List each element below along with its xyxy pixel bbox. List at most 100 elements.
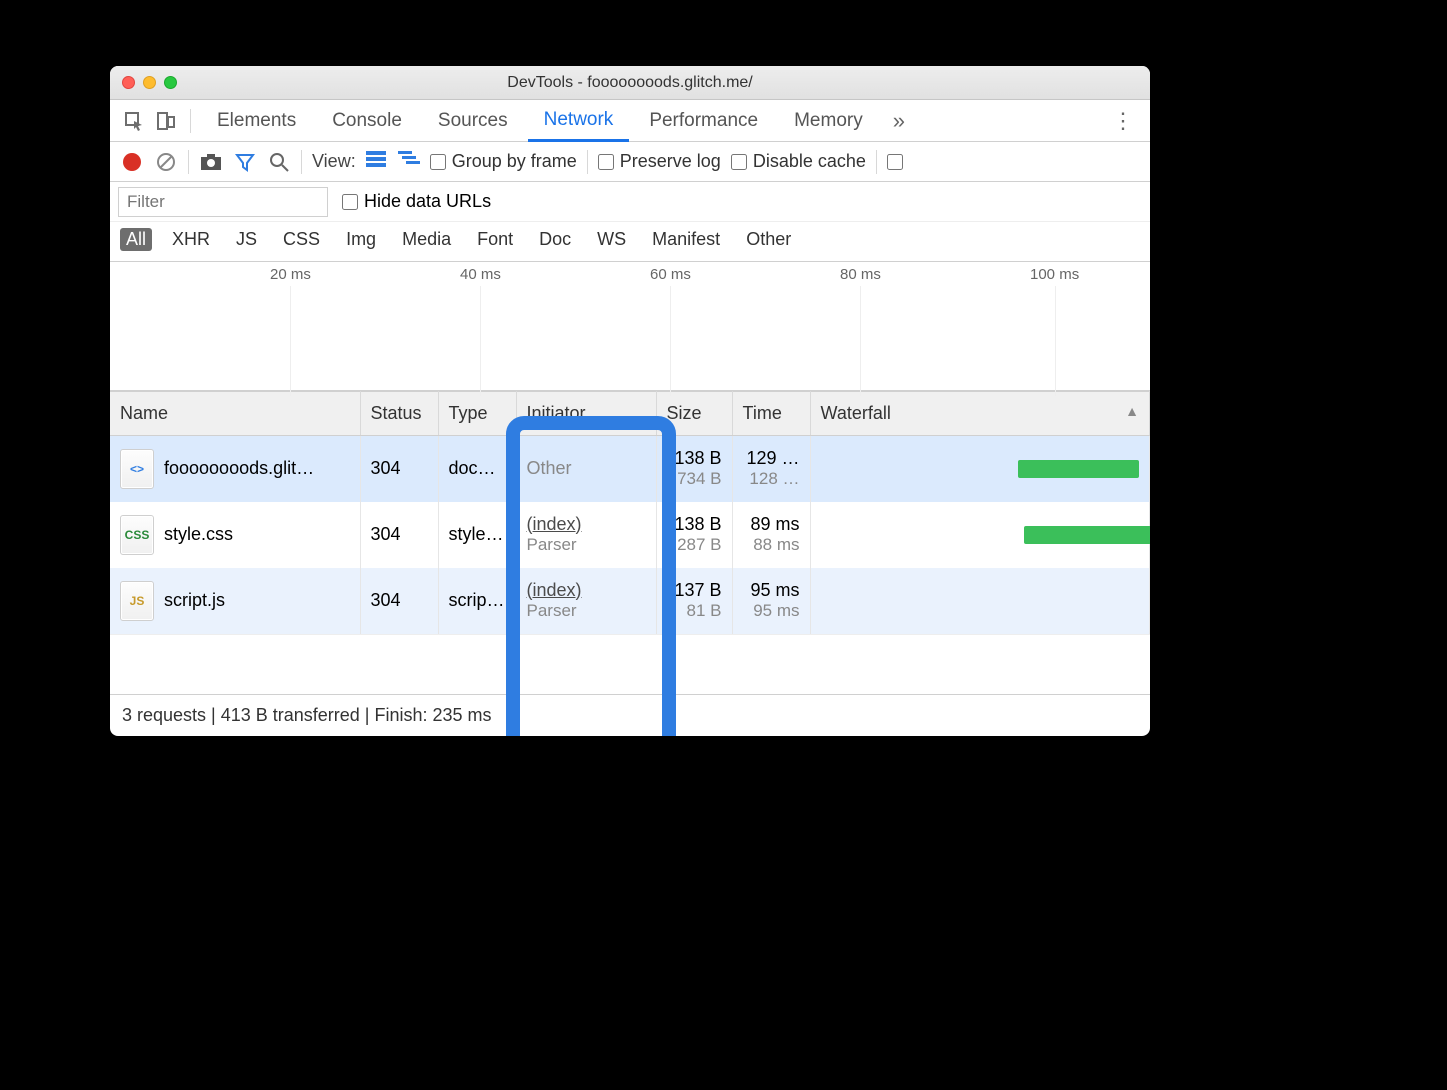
tab-memory[interactable]: Memory bbox=[778, 100, 879, 142]
titlebar: DevTools - foooooooods.glitch.me/ bbox=[110, 66, 1150, 100]
search-icon[interactable] bbox=[267, 150, 291, 174]
css-file-icon: CSS bbox=[120, 515, 154, 555]
type-pill-other[interactable]: Other bbox=[740, 228, 797, 251]
summary-bar: 3 requests | 413 B transferred | Finish:… bbox=[110, 694, 1150, 736]
waterfall-cell bbox=[810, 502, 1150, 568]
group-by-frame-input[interactable] bbox=[430, 154, 446, 170]
divider bbox=[876, 150, 877, 174]
time-latency: 128 … bbox=[743, 469, 800, 489]
waterfall-overview-icon[interactable] bbox=[398, 151, 420, 173]
table-row[interactable]: JS script.js 304scrip… (index)Parser 137 B81… bbox=[110, 568, 1150, 634]
column-header-status[interactable]: Status bbox=[360, 392, 438, 436]
size-transferred: 138 B bbox=[667, 448, 722, 470]
size-transferred: 137 B bbox=[667, 580, 722, 602]
time-total: 89 ms bbox=[743, 514, 800, 536]
column-header-type[interactable]: Type bbox=[438, 392, 516, 436]
column-header-waterfall-label: Waterfall bbox=[821, 403, 891, 423]
column-header-size[interactable]: Size bbox=[656, 392, 732, 436]
resource-type-filters: All XHR JS CSS Img Media Font Doc WS Man… bbox=[110, 222, 1150, 261]
doc-file-icon: <> bbox=[120, 449, 154, 489]
table-row[interactable]: <> foooooooods.glit… 304doc… Other 138 B734 … bbox=[110, 436, 1150, 502]
time-latency: 95 ms bbox=[743, 601, 800, 621]
request-type: style… bbox=[438, 502, 516, 568]
type-pill-doc[interactable]: Doc bbox=[533, 228, 577, 251]
filter-row: Hide data URLs bbox=[110, 182, 1150, 222]
type-pill-font[interactable]: Font bbox=[471, 228, 519, 251]
filter-input[interactable] bbox=[118, 187, 328, 217]
column-header-time[interactable]: Time bbox=[732, 392, 810, 436]
waterfall-cell bbox=[810, 568, 1150, 634]
initiator-link[interactable]: (index) bbox=[527, 514, 582, 534]
size-resource: 734 B bbox=[667, 469, 722, 489]
type-pill-all[interactable]: All bbox=[120, 228, 152, 251]
disable-cache-label: Disable cache bbox=[753, 151, 866, 172]
tabs-overflow-button[interactable]: » bbox=[883, 108, 915, 134]
tab-sources[interactable]: Sources bbox=[422, 100, 524, 142]
device-toolbar-icon[interactable] bbox=[152, 107, 180, 135]
column-header-name[interactable]: Name bbox=[110, 392, 360, 436]
waterfall-bar bbox=[1024, 526, 1150, 544]
size-transferred: 138 B bbox=[667, 514, 722, 536]
request-name: foooooooods.glit… bbox=[164, 458, 314, 479]
tab-console[interactable]: Console bbox=[316, 100, 418, 142]
inspect-element-icon[interactable] bbox=[120, 107, 148, 135]
column-header-initiator[interactable]: Initiator bbox=[516, 392, 656, 436]
hide-data-urls-input[interactable] bbox=[342, 194, 358, 210]
request-name: script.js bbox=[164, 590, 225, 611]
offline-input[interactable] bbox=[887, 154, 903, 170]
size-resource: 81 B bbox=[667, 601, 722, 621]
clear-button[interactable] bbox=[154, 150, 178, 174]
record-button[interactable] bbox=[120, 150, 144, 174]
type-pill-xhr[interactable]: XHR bbox=[166, 228, 216, 251]
table-row[interactable]: CSSstyle.css304style…(index)Parser138 B2… bbox=[110, 502, 1150, 568]
disable-cache-input[interactable] bbox=[731, 154, 747, 170]
request-type: doc… bbox=[438, 436, 516, 502]
js-file-icon: JS bbox=[120, 581, 154, 621]
tab-network[interactable]: Network bbox=[528, 100, 630, 142]
type-pill-js[interactable]: JS bbox=[230, 228, 263, 251]
group-by-frame-label: Group by frame bbox=[452, 151, 577, 172]
request-status: 304 bbox=[360, 502, 438, 568]
devtools-window: DevTools - foooooooods.glitch.me/ Elemen… bbox=[110, 66, 1150, 736]
preserve-log-checkbox[interactable]: Preserve log bbox=[598, 151, 721, 172]
timeline-overview[interactable]: 20 ms 40 ms 60 ms 80 ms 100 ms bbox=[110, 261, 1150, 391]
timeline-tick: 40 ms bbox=[460, 266, 501, 283]
capture-screenshots-icon[interactable] bbox=[199, 150, 223, 174]
hide-data-urls-checkbox[interactable]: Hide data URLs bbox=[342, 191, 491, 212]
initiator-sub: Parser bbox=[527, 601, 646, 621]
view-label: View: bbox=[312, 151, 356, 172]
large-rows-icon[interactable] bbox=[366, 151, 388, 173]
type-pill-ws[interactable]: WS bbox=[591, 228, 632, 251]
sort-arrow-icon: ▲ bbox=[1125, 403, 1139, 419]
timeline-tick: 80 ms bbox=[840, 266, 881, 283]
divider bbox=[190, 109, 191, 133]
group-by-frame-checkbox[interactable]: Group by frame bbox=[430, 151, 577, 172]
timeline-tick: 20 ms bbox=[270, 266, 311, 283]
panel-tabstrip: Elements Console Sources Network Perform… bbox=[110, 100, 1150, 142]
request-status: 304 bbox=[360, 568, 438, 634]
tab-performance[interactable]: Performance bbox=[633, 100, 774, 142]
request-type: scrip… bbox=[438, 568, 516, 634]
size-resource: 287 B bbox=[667, 535, 722, 555]
hide-data-urls-label: Hide data URLs bbox=[364, 191, 491, 212]
type-pill-img[interactable]: Img bbox=[340, 228, 382, 251]
network-toolbar: View: Group by frame Preserve log Disabl… bbox=[110, 142, 1150, 182]
requests-table: Name Status Type Initiator Size Time Wat… bbox=[110, 391, 1150, 634]
request-name: style.css bbox=[164, 524, 233, 545]
type-pill-manifest[interactable]: Manifest bbox=[646, 228, 726, 251]
column-header-waterfall[interactable]: Waterfall ▲ bbox=[810, 392, 1150, 436]
type-pill-media[interactable]: Media bbox=[396, 228, 457, 251]
request-status: 304 bbox=[360, 436, 438, 502]
divider bbox=[301, 150, 302, 174]
time-total: 95 ms bbox=[743, 580, 800, 602]
tab-elements[interactable]: Elements bbox=[201, 100, 312, 142]
table-blank-area bbox=[110, 634, 1150, 694]
initiator-link[interactable]: (index) bbox=[527, 580, 582, 600]
type-pill-css[interactable]: CSS bbox=[277, 228, 326, 251]
settings-menu-button[interactable]: ⋮ bbox=[1106, 108, 1140, 134]
preserve-log-input[interactable] bbox=[598, 154, 614, 170]
offline-checkbox[interactable] bbox=[887, 154, 903, 170]
initiator-text: Other bbox=[527, 458, 646, 480]
disable-cache-checkbox[interactable]: Disable cache bbox=[731, 151, 866, 172]
filter-toggle-icon[interactable] bbox=[233, 150, 257, 174]
